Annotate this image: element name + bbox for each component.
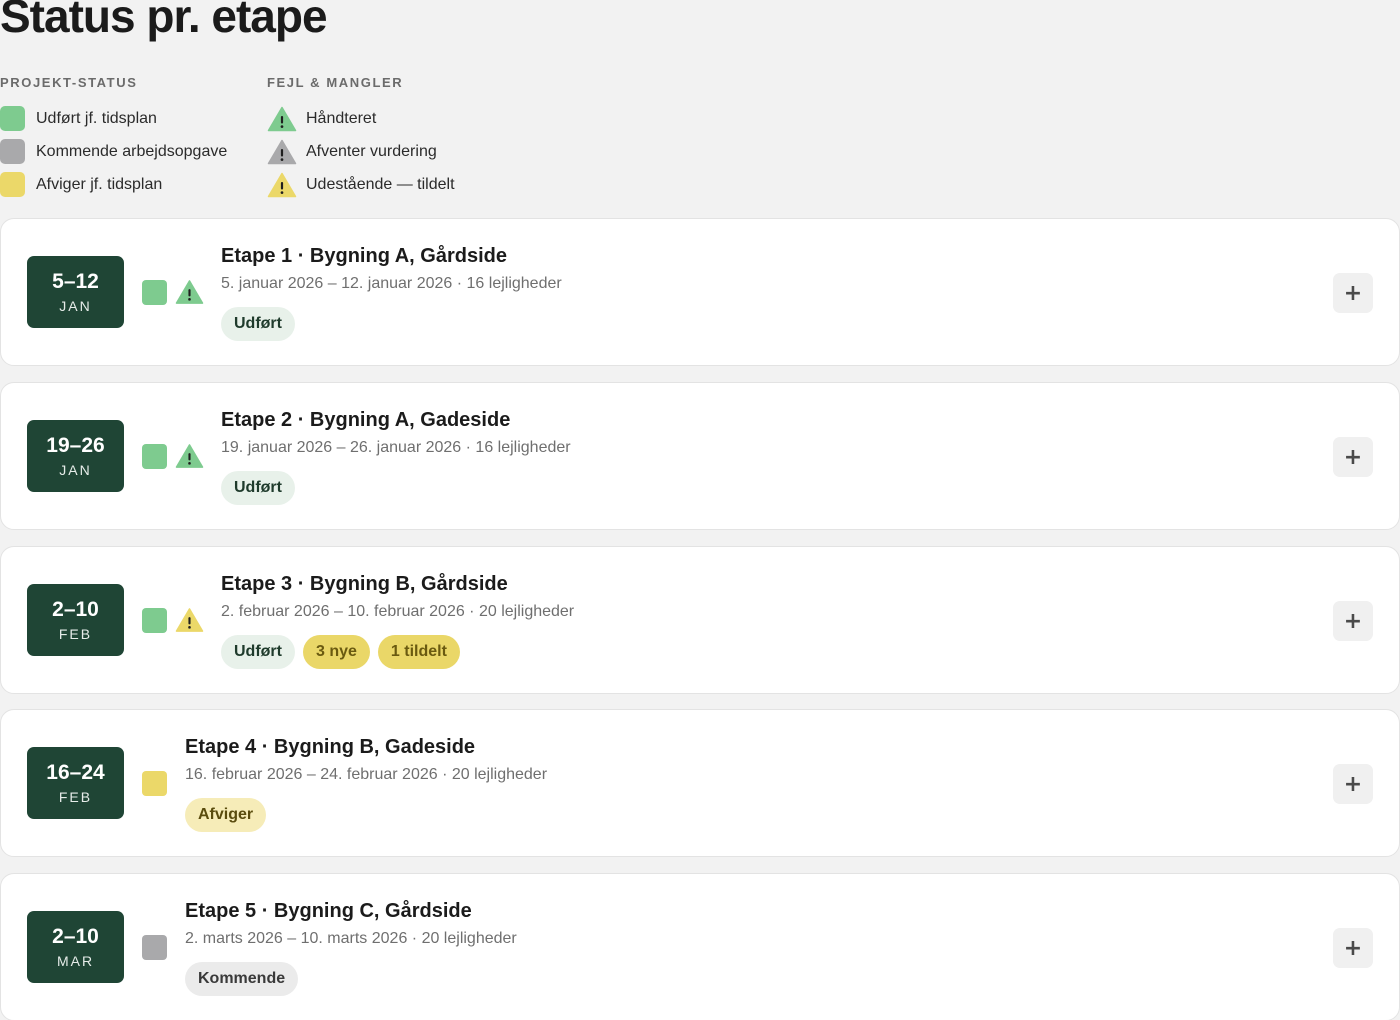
- stage-subtitle: 2. marts 2026 – 10. marts 2026 · 20 lejl…: [185, 930, 517, 947]
- stage-title: Etape 4 · Bygning B, Gadeside: [185, 736, 476, 758]
- warning-triangle-icon: [175, 608, 204, 632]
- legend-item-done-on-schedule: Udført jf. tidsplan: [0, 102, 267, 135]
- date-range: 16–24: [46, 760, 105, 784]
- legend-item-deviates: Afviger jf. tidsplan: [0, 168, 267, 201]
- stage-subtitle: 5. januar 2026 – 12. januar 2026 · 16 le…: [221, 275, 562, 292]
- legend-label: Håndteret: [306, 109, 377, 127]
- status-swatch-grey: [0, 139, 25, 164]
- date-month: JAN: [59, 461, 92, 478]
- chip-row: Udført: [221, 307, 562, 341]
- date-range: 5–12: [52, 269, 99, 293]
- date-range: 2–10: [52, 597, 99, 621]
- stage-title: Etape 5 · Bygning C, Gårdside: [185, 900, 472, 922]
- stage-subtitle: 16. februar 2026 – 24. februar 2026 · 20…: [185, 766, 548, 783]
- status-chip: Udført: [221, 471, 295, 505]
- new-defects-chip: 3 nye: [302, 635, 370, 669]
- warning-triangle-icon: [175, 280, 204, 304]
- legend-label: Kommende arbejdsopgave: [36, 142, 228, 160]
- legend-label: Udført jf. tidsplan: [36, 109, 157, 127]
- stage-card: 2–10 FEB Etape 3 · Bygning B, Gårdside 2…: [0, 546, 1400, 694]
- legend-label: Udestående — tildelt: [306, 175, 455, 193]
- legend-heading: PROJEKT-STATUS: [0, 75, 138, 90]
- card-body: Etape 5 · Bygning C, Gårdside 2. marts 2…: [185, 898, 517, 996]
- date-range: 2–10: [52, 924, 99, 948]
- project-status-indicator: [142, 444, 167, 469]
- expand-button[interactable]: +: [1333, 601, 1373, 641]
- status-swatch-green: [0, 106, 25, 131]
- status-chip: Udført: [221, 307, 295, 341]
- status-swatch-yellow: [0, 172, 25, 197]
- date-month: FEB: [58, 788, 93, 805]
- legend-label: Afventer vurdering: [306, 142, 437, 160]
- chip-row: Afviger: [185, 798, 547, 832]
- date-month: FEB: [58, 625, 93, 642]
- stage-card: 2–10 MAR Etape 5 · Bygning C, Gårdside 2…: [0, 873, 1400, 1020]
- stage-subtitle: 2. februar 2026 – 10. februar 2026 · 20 …: [221, 603, 575, 620]
- date-badge: 19–26 JAN: [27, 420, 124, 492]
- card-body: Etape 1 · Bygning A, Gårdside 5. januar …: [221, 243, 562, 341]
- date-range: 19–26: [46, 433, 105, 457]
- legend-label: Afviger jf. tidsplan: [36, 175, 163, 193]
- legend-item-upcoming: Kommende arbejdsopgave: [0, 135, 267, 168]
- expand-button[interactable]: +: [1333, 273, 1373, 313]
- card-body: Etape 4 · Bygning B, Gadeside 16. februa…: [185, 734, 547, 832]
- legend-heading: FEJL & MANGLER: [267, 75, 404, 90]
- legend-project-status: PROJEKT-STATUS Udført jf. tidsplan Komme…: [0, 74, 267, 201]
- date-month: JAN: [59, 297, 92, 314]
- warning-triangle-icon: [267, 139, 297, 164]
- expand-button[interactable]: +: [1333, 764, 1373, 804]
- legend-item-outstanding: Udestående — tildelt: [267, 168, 455, 201]
- chip-row: Kommende: [185, 962, 517, 996]
- warning-triangle-icon: [267, 172, 297, 197]
- warning-triangle-icon: [175, 444, 204, 468]
- stage-title: Etape 3 · Bygning B, Gårdside: [221, 573, 508, 595]
- card-body: Etape 2 · Bygning A, Gadeside 19. januar…: [221, 407, 571, 505]
- project-status-indicator: [142, 608, 167, 633]
- assigned-defects-chip: 1 tildelt: [377, 635, 460, 669]
- card-body: Etape 3 · Bygning B, Gårdside 2. februar…: [221, 571, 574, 669]
- status-chip: Kommende: [185, 962, 299, 996]
- chip-row: Udført 3 nye 1 tildelt: [221, 635, 574, 669]
- project-status-indicator: [142, 280, 167, 305]
- stage-card: 16–24 FEB Etape 4 · Bygning B, Gadeside …: [0, 709, 1400, 857]
- legend-item-awaiting: Afventer vurdering: [267, 135, 455, 168]
- date-badge: 16–24 FEB: [27, 747, 124, 819]
- date-badge: 2–10 FEB: [27, 584, 124, 656]
- project-status-indicator: [142, 935, 167, 960]
- stage-card: 5–12 JAN Etape 1 · Bygning A, Gårdside 5…: [0, 218, 1400, 366]
- warning-triangle-icon: [267, 106, 297, 131]
- legend-item-handled: Håndteret: [267, 102, 455, 135]
- stage-title: Etape 1 · Bygning A, Gårdside: [221, 245, 507, 267]
- status-chip: Udført: [221, 635, 295, 669]
- chip-row: Udført: [221, 471, 571, 505]
- legend-defects: FEJL & MANGLER Håndteret Afventer vurder…: [267, 74, 455, 201]
- date-badge: 2–10 MAR: [27, 911, 124, 983]
- legend: PROJEKT-STATUS Udført jf. tidsplan Komme…: [0, 74, 455, 201]
- stage-title: Etape 2 · Bygning A, Gadeside: [221, 409, 511, 431]
- stage-subtitle: 19. januar 2026 – 26. januar 2026 · 16 l…: [221, 439, 571, 456]
- date-badge: 5–12 JAN: [27, 256, 124, 328]
- date-month: MAR: [56, 952, 95, 969]
- expand-button[interactable]: +: [1333, 437, 1373, 477]
- stage-card: 19–26 JAN Etape 2 · Bygning A, Gadeside …: [0, 382, 1400, 530]
- status-chip: Afviger: [185, 798, 267, 832]
- project-status-indicator: [142, 771, 167, 796]
- expand-button[interactable]: +: [1333, 928, 1373, 968]
- page-title: Status pr. etape: [0, 0, 328, 42]
